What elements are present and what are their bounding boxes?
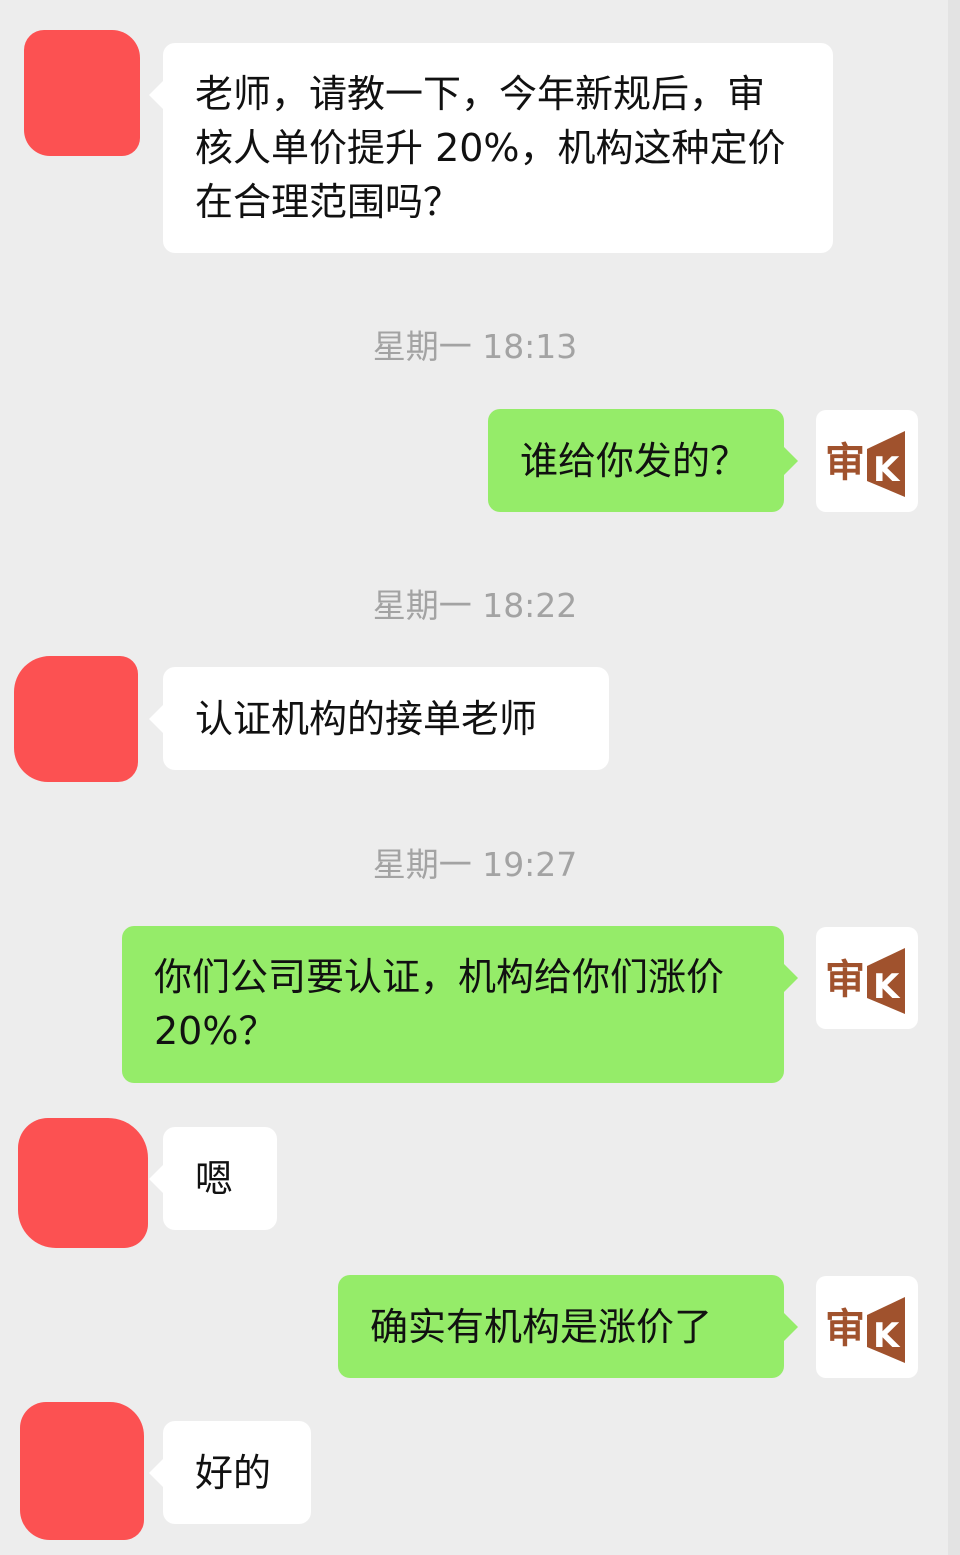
shen-k-logo-icon: 审 K <box>825 948 905 1014</box>
message-text: 认证机构的接单老师 <box>195 696 538 741</box>
timestamp: 星期一 18:13 <box>372 327 578 366</box>
message-bubble-incoming[interactable]: 嗯 <box>149 1127 277 1230</box>
message-text: 老师，请教一下，今年新规后，审核人单价提升 20%，机构这种定价在合理范围吗？ <box>195 72 786 224</box>
timestamp: 星期一 19:27 <box>372 845 578 884</box>
svg-text:审: 审 <box>825 1306 865 1352</box>
self-avatar[interactable]: 审 K <box>816 1276 918 1378</box>
scrollbar[interactable] <box>948 0 960 1555</box>
contact-avatar-redacted[interactable] <box>20 1402 144 1540</box>
svg-text:审: 审 <box>825 440 865 486</box>
contact-avatar-redacted[interactable] <box>18 1118 148 1248</box>
shen-k-logo-icon: 审 K <box>825 1297 905 1363</box>
message-text: 嗯 <box>195 1156 234 1201</box>
message-bubble-incoming[interactable]: 好的 <box>149 1421 311 1524</box>
svg-text:审: 审 <box>825 957 865 1003</box>
message-text: 你们公司要认证，机构给你们涨价 20%？ <box>154 955 725 1053</box>
message-bubble-outgoing[interactable]: 谁给你发的？ <box>488 409 798 512</box>
timestamp: 星期一 18:22 <box>372 586 578 625</box>
message-text: 确实有机构是涨价了 <box>370 1304 713 1349</box>
shen-k-logo-icon: 审 K <box>825 431 905 497</box>
svg-text:K: K <box>873 967 901 1007</box>
message-bubble-incoming[interactable]: 老师，请教一下，今年新规后，审核人单价提升 20%，机构这种定价在合理范围吗？ <box>149 43 833 253</box>
contact-avatar-redacted[interactable] <box>14 656 138 782</box>
svg-text:K: K <box>873 450 901 490</box>
self-avatar[interactable]: 审 K <box>816 410 918 512</box>
message-text: 好的 <box>195 1450 272 1495</box>
contact-avatar-redacted[interactable] <box>24 30 140 156</box>
message-bubble-incoming[interactable]: 认证机构的接单老师 <box>149 667 609 770</box>
message-bubble-outgoing[interactable]: 你们公司要认证，机构给你们涨价 20%？ <box>122 926 798 1083</box>
message-text: 谁给你发的？ <box>520 438 749 483</box>
svg-text:K: K <box>873 1316 901 1356</box>
message-bubble-outgoing[interactable]: 确实有机构是涨价了 <box>338 1275 798 1378</box>
self-avatar[interactable]: 审 K <box>816 927 918 1029</box>
